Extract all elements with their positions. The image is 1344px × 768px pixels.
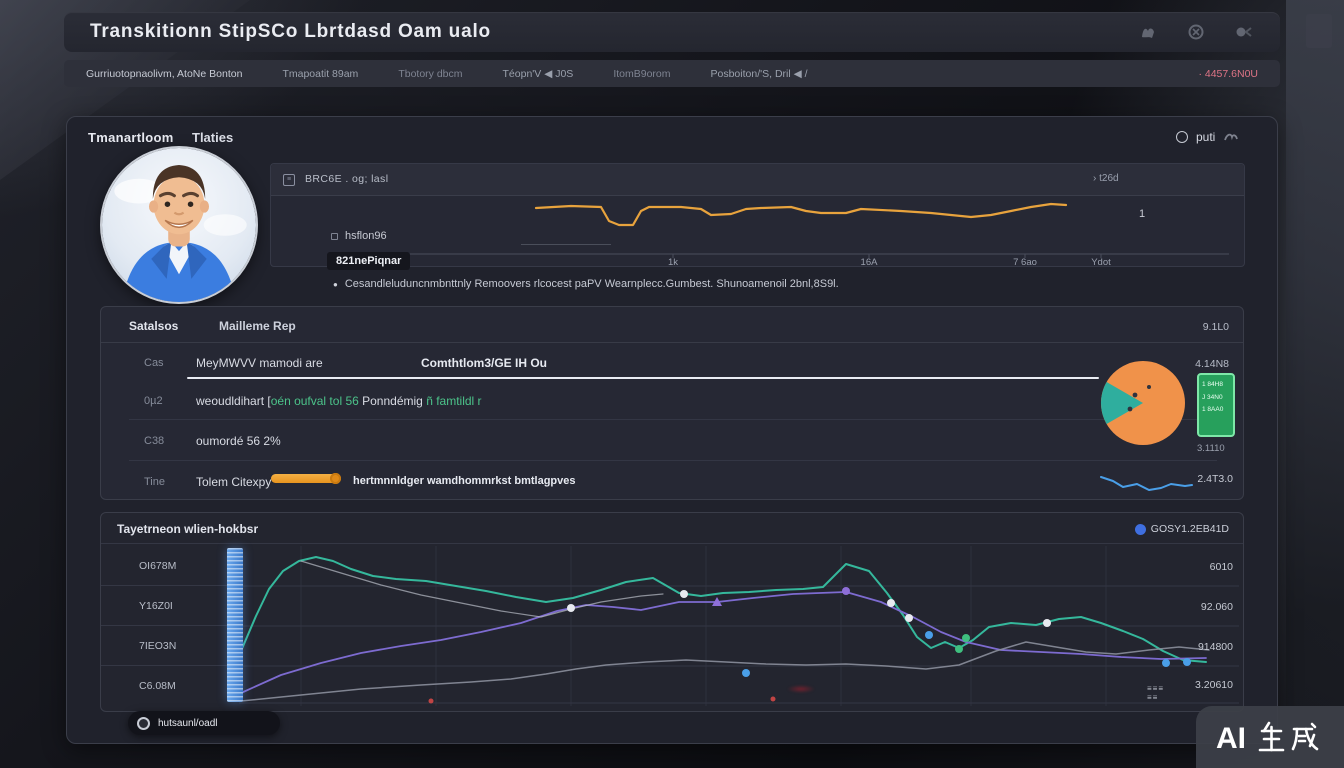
chart-marker: 1	[1139, 208, 1145, 220]
legend-line-0: 1 84H8	[1202, 379, 1230, 392]
checkbox-icon[interactable]: ≡	[283, 174, 295, 186]
row-text-green-2: ñ famtildl r	[426, 394, 481, 408]
table-row[interactable]: C38 oumordé 56 2%	[101, 419, 1243, 460]
header-divider	[101, 543, 1243, 544]
panel-actions: puti	[1176, 130, 1239, 144]
corner-mark-1: ≡≡	[1147, 694, 1164, 703]
overview-header-right[interactable]: › t26d	[1093, 173, 1119, 184]
title-bar: Transkitionn StipSCo Lbrtdasd Oam ualo	[64, 12, 1280, 52]
overview-panel: ≡ BRC6E . og; lasl › t26d 1 hsflon96 821…	[270, 163, 1245, 267]
backdrop-strip	[1286, 0, 1344, 768]
nav-item-1[interactable]: Tmapoatit 89am	[282, 68, 358, 80]
table-row[interactable]: Cas MeyMWVV mamodi are Comthtlom3/GE IH …	[101, 343, 1243, 381]
row-text-bold: Comthtlom3/GE IH Ou	[421, 356, 547, 370]
row-badge-text: hertmnnldger wamdhommrkst bmtlagpves	[353, 475, 576, 487]
row-label: Tine	[144, 476, 165, 488]
watermark-glyphs: AI	[1216, 717, 1324, 757]
nav-item-4[interactable]: ItomB9orom	[613, 68, 670, 80]
square-icon	[331, 233, 338, 240]
overview-header: ≡ BRC6E . og; lasl › t26d	[271, 164, 1244, 196]
note-text: Cesandleluduncnmbnttnly Remoovers rlcoce…	[345, 278, 839, 290]
row-label: C38	[144, 435, 164, 447]
pie-chart	[1097, 357, 1189, 449]
desktop: { "window": { "title": "Transkitionn Sti…	[0, 0, 1344, 768]
nav-item-2[interactable]: Tbotory dbcm	[398, 68, 462, 80]
ai-watermark: AI生成 AI	[1196, 706, 1344, 768]
settings-icon[interactable]	[1186, 22, 1206, 42]
row-value: 4.14N8	[1195, 358, 1229, 370]
axis-tick-1: 16A	[845, 257, 893, 268]
row-text: MeyMWVV mamodi are	[196, 356, 323, 370]
timeseries-title: Tayetrneon wlien-hokbsr	[117, 522, 258, 536]
overview-line-chart	[271, 196, 1246, 266]
timeseries-header-right: GOSY1.2EB41D	[1135, 523, 1229, 535]
row-value: 2.4T3.0	[1197, 473, 1233, 485]
legend-total: 3.1110	[1197, 443, 1225, 454]
blue-ruler-bar[interactable]	[227, 548, 243, 702]
footer-chip[interactable]: hutsaunl/oadl	[128, 711, 280, 735]
right-label-3: 3.20610	[1153, 679, 1233, 691]
nav-bar: Gurriuotopnaolivm, AtoNe Bonton Tmapoati…	[64, 60, 1280, 87]
user-icon[interactable]	[1234, 22, 1254, 42]
timeseries-card: Tayetrneon wlien-hokbsr GOSY1.2EB41D OI6…	[100, 512, 1244, 712]
nav-item-3[interactable]: Téopn'V ◀ J0S	[503, 68, 574, 80]
overview-row1-label: hsflon96	[345, 230, 387, 242]
overview-row-2[interactable]: 821nePiqnar	[327, 252, 410, 270]
nav-right-value: · 4457.6N0U	[1198, 68, 1258, 80]
legend-line-2: 1 8AA0	[1202, 404, 1230, 417]
row-text-a: weoudldihart [	[196, 394, 271, 408]
axis-tick-3: Ydot	[1077, 257, 1125, 268]
corner-marks: ≡≡≡ ≡≡	[1147, 685, 1164, 703]
progress-pill	[271, 474, 339, 483]
stats-table: Satalsos Mailleme Rep 9.1L0 Cas MeyMWVV …	[100, 306, 1244, 500]
overview-row-1[interactable]: hsflon96	[331, 230, 387, 242]
table-row[interactable]: Tine Tolem Citexpy hertmnnldger wamdhomm…	[101, 460, 1243, 501]
chart-smudge	[787, 685, 815, 693]
refresh-icon[interactable]	[1176, 131, 1188, 143]
row-text-green-1: oén oufval tol 56	[271, 394, 359, 408]
table-header: Satalsos Mailleme Rep 9.1L0	[101, 307, 1243, 343]
avatar-portrait	[102, 148, 256, 302]
highlight-divider	[187, 377, 1099, 379]
row-text-c: Ponndémig	[359, 394, 426, 408]
main-line-chart	[101, 546, 1241, 706]
bullet-icon: ●	[333, 280, 338, 289]
table-row[interactable]: 0µ2 weoudldihart [oén oufval tol 56 Ponn…	[101, 381, 1243, 419]
table-header-value: 9.1L0	[1203, 321, 1229, 333]
app-title: Transkitionn StipSCo Lbrtdasd Oam ualo	[90, 21, 491, 43]
footer-label: hutsaunl/oadl	[158, 718, 218, 729]
summary-note: ● Cesandleluduncnmbnttnly Remoovers rlco…	[333, 278, 839, 290]
row-label: 0µ2	[144, 395, 163, 407]
panel-subtitle: Tlaties	[192, 130, 233, 145]
row-text: Tolem Citexpy	[196, 475, 271, 489]
right-label-0: 6010	[1153, 561, 1233, 573]
panel-title: Tmanartloom	[88, 130, 174, 145]
overview-label: BRC6E . og; lasl	[305, 173, 388, 185]
phone-icon[interactable]	[1223, 130, 1239, 144]
backdrop-square	[1306, 14, 1332, 48]
svg-text:AI: AI	[1216, 722, 1246, 755]
table-subtitle: Mailleme Rep	[219, 319, 296, 333]
legend-box: 1 84H8 J 34N0 1 8AA0	[1197, 373, 1235, 437]
legend-line-1: J 34N0	[1202, 392, 1230, 405]
notifications-icon[interactable]	[1138, 22, 1158, 42]
record-icon	[137, 717, 150, 730]
avatar[interactable]	[100, 146, 258, 304]
right-label-1: 92.060	[1153, 601, 1233, 613]
panel-action-label[interactable]: puti	[1196, 130, 1215, 144]
divider	[521, 244, 611, 245]
right-label-2: 914800	[1153, 641, 1233, 653]
nav-item-5[interactable]: Posboiton/'S, Dril ◀ /	[711, 68, 808, 80]
title-bar-icons	[1138, 22, 1254, 42]
timeseries-right-value: GOSY1.2EB41D	[1151, 523, 1229, 535]
row-text: oumordé 56 2%	[196, 434, 281, 448]
nav-item-0[interactable]: Gurriuotopnaolivm, AtoNe Bonton	[86, 68, 242, 80]
status-dot	[1135, 524, 1146, 535]
row-label: Cas	[144, 357, 164, 369]
table-title: Satalsos	[129, 319, 178, 333]
axis-tick-2: 7 6ao	[1001, 257, 1049, 268]
axis-tick-0: 1k	[649, 257, 697, 268]
row-text: weoudldihart [oén oufval tol 56 Ponndémi…	[196, 394, 482, 408]
row-sparkline	[1099, 469, 1194, 495]
